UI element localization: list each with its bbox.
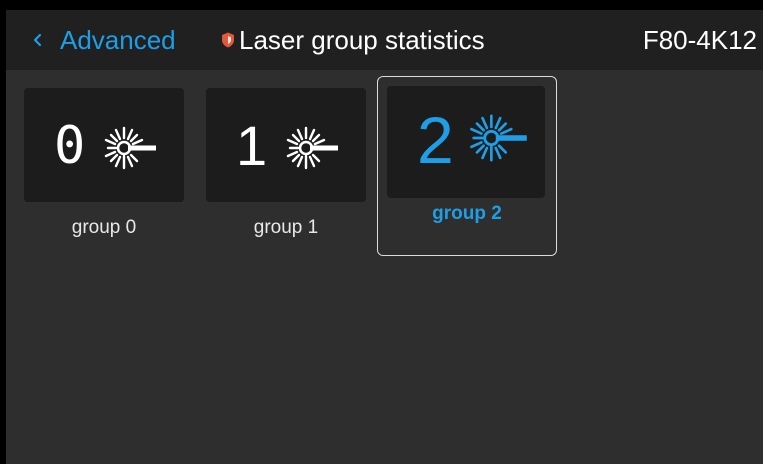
group-number: 1 <box>236 114 268 177</box>
group-card: 2 <box>387 86 545 198</box>
group-card: 1 <box>206 88 366 202</box>
model-name: F80-4K12 <box>642 25 757 55</box>
laser-icon <box>286 126 338 170</box>
back-button[interactable]: Advanced <box>28 23 176 57</box>
shield-icon <box>222 32 234 48</box>
group-label: group 0 <box>71 217 137 238</box>
screen: Advanced Laser group statistics F80-4K12… <box>6 10 763 464</box>
page-title-text: Laser group statistics <box>239 25 485 55</box>
group-card: 0 <box>24 88 184 202</box>
chevron-left-icon <box>33 33 42 47</box>
laser-icon <box>470 114 527 162</box>
back-label: Advanced <box>60 25 176 55</box>
header-bar: Advanced Laser group statistics F80-4K12 <box>6 10 763 70</box>
laser-icon <box>104 126 156 170</box>
group-number: 2 <box>417 103 454 177</box>
group-label: group 1 <box>253 217 319 238</box>
group-number: 0 <box>54 116 86 176</box>
page-title: Laser group statistics <box>221 23 485 57</box>
group-label: group 2 <box>432 203 502 224</box>
